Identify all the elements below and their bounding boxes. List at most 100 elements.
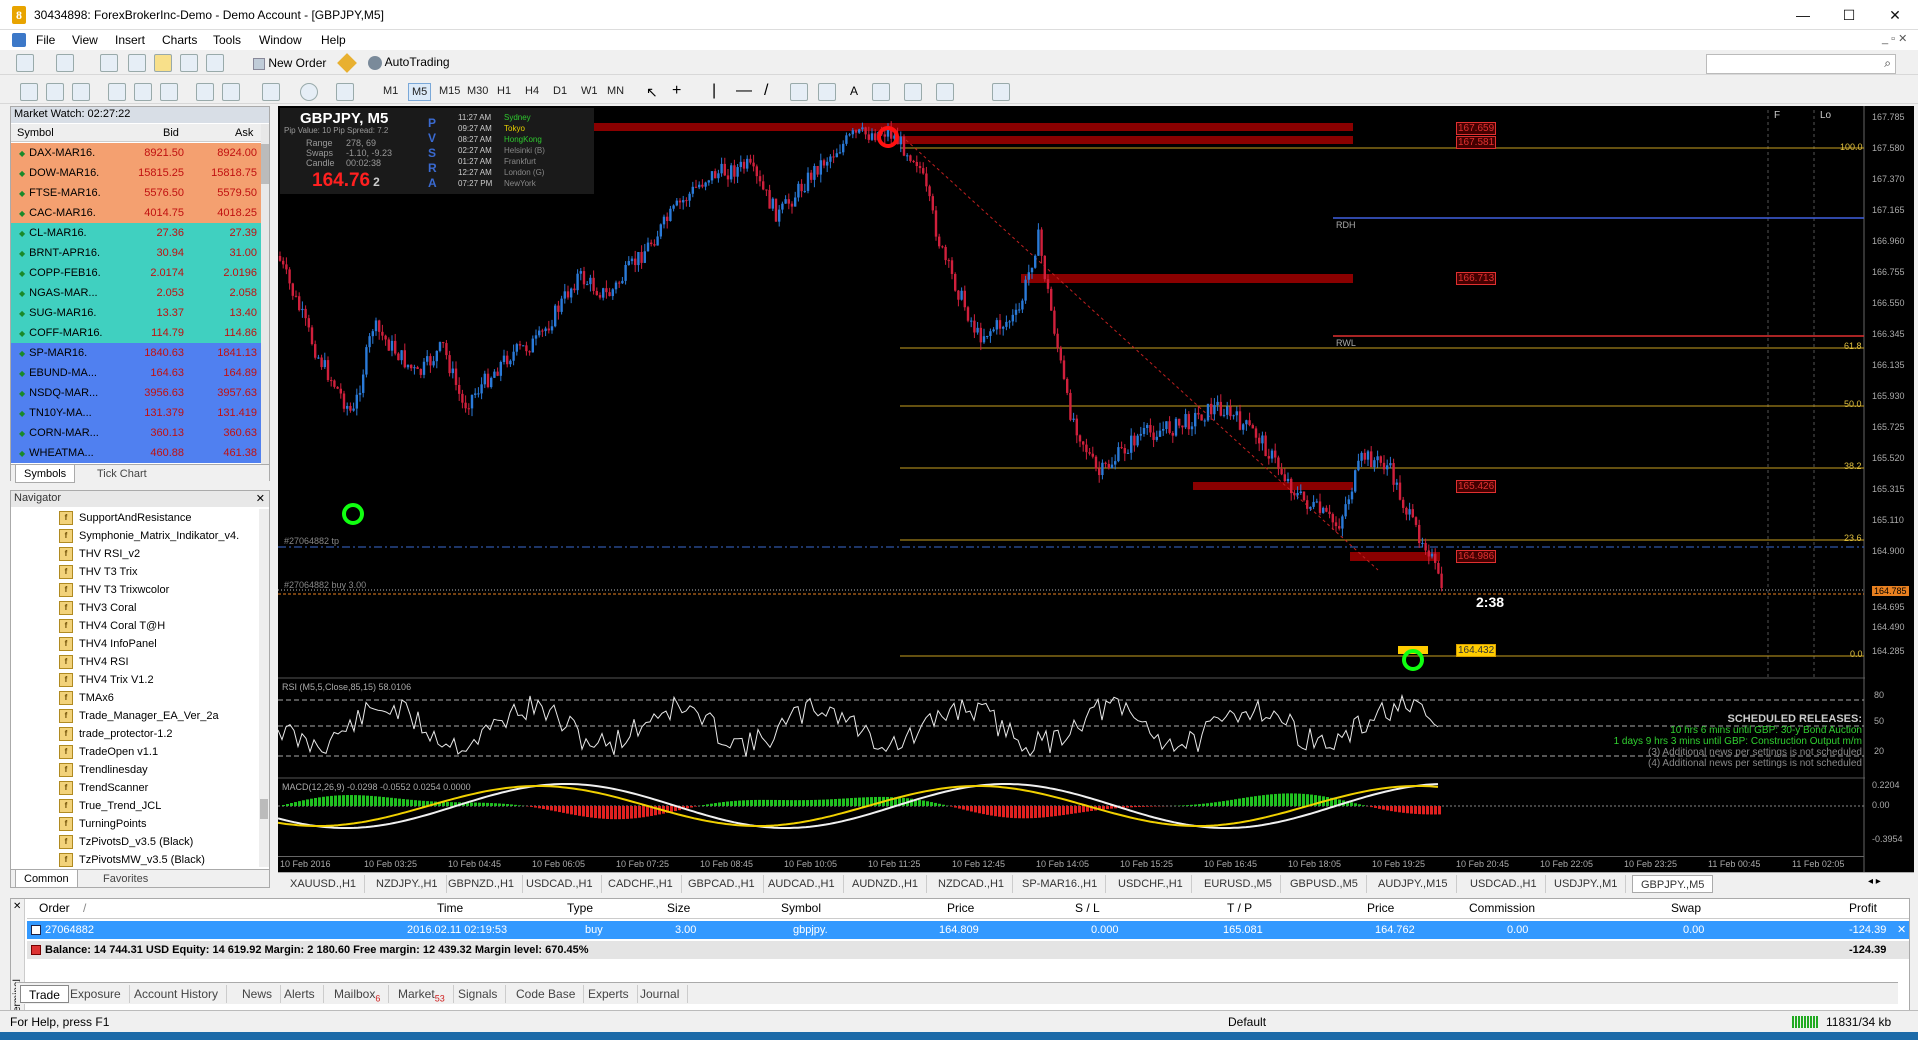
tf-w1[interactable]: W1 — [578, 83, 601, 99]
minimize-button[interactable]: — — [1780, 0, 1826, 30]
bar-chart-icon[interactable] — [20, 83, 38, 101]
market-watch-row[interactable]: SUG-MAR16. 13.37 13.40 — [11, 303, 261, 323]
fibo-fan-icon[interactable] — [904, 83, 922, 101]
data-window-icon[interactable] — [128, 54, 146, 72]
terminal-close-icon[interactable]: ✕ — [13, 901, 21, 912]
new-chart-icon[interactable] — [16, 54, 34, 72]
navigator-item[interactable]: f SupportAndResistance — [59, 509, 192, 527]
market-watch-row[interactable]: FTSE-MAR16. 5576.50 5579.50 — [11, 183, 261, 203]
search-input[interactable]: ⌕ — [1706, 54, 1896, 74]
tf-h4[interactable]: H4 — [522, 83, 542, 99]
tab-tick-chart[interactable]: Tick Chart — [89, 465, 155, 483]
menu-tools[interactable]: Tools — [213, 33, 241, 47]
col-order[interactable]: Order — [39, 901, 70, 915]
chart-tab[interactable]: GBPCAD.,H1 — [680, 875, 764, 893]
col-symbol[interactable]: Symbol — [781, 901, 821, 915]
tf-m1[interactable]: M1 — [380, 83, 401, 99]
strategy-tester-icon[interactable] — [206, 54, 224, 72]
search-icon[interactable]: ⌕ — [1884, 56, 1891, 71]
chart-tab[interactable]: GBPNZD.,H1 — [440, 875, 524, 893]
metaeditor-icon[interactable] — [337, 53, 357, 73]
col-swap[interactable]: Swap — [1671, 901, 1701, 915]
chart-tab[interactable]: AUDNZD.,H1 — [844, 875, 928, 893]
navigator-item[interactable]: f TMAx6 — [59, 689, 114, 707]
market-watch-row[interactable]: EBUND-MA... 164.63 164.89 — [11, 363, 261, 383]
candlestick-icon[interactable] — [46, 83, 64, 101]
price-chart[interactable]: GBPJPY, M5 Pip Value: 10 Pip Spread: 7.2… — [278, 106, 1868, 872]
zoom-in-icon[interactable] — [108, 83, 126, 101]
chart-tab[interactable]: CADCHF.,H1 — [600, 875, 682, 893]
market-watch-icon[interactable] — [100, 54, 118, 72]
menu-file[interactable]: File — [36, 33, 55, 47]
navigator-scrollbar[interactable] — [259, 509, 269, 867]
menu-view[interactable]: View — [72, 33, 98, 47]
chart-tab[interactable]: SP-MAR16.,H1 — [1014, 875, 1107, 893]
tf-mn[interactable]: MN — [604, 83, 627, 99]
market-watch-row[interactable]: COPP-FEB16. 2.0174 2.0196 — [11, 263, 261, 283]
terminal-tab[interactable]: Mailbox6 — [326, 985, 390, 1003]
terminal-tab[interactable]: Alerts — [276, 985, 324, 1003]
autotrading-button[interactable]: AutoTrading — [364, 54, 454, 72]
tab-symbols[interactable]: Symbols — [15, 465, 76, 483]
vertical-line-icon[interactable]: | — [712, 82, 716, 100]
chart-shift-icon[interactable] — [222, 83, 240, 101]
channel-icon[interactable] — [818, 83, 836, 101]
navigator-item[interactable]: f TzPivotsD_v3.5 (Black) — [59, 833, 193, 851]
market-watch-row[interactable]: DAX-MAR16. 8921.50 8924.00 — [11, 143, 261, 163]
market-watch-row[interactable]: BRNT-APR16. 30.94 31.00 — [11, 243, 261, 263]
tf-h1[interactable]: H1 — [494, 83, 514, 99]
navigator-item[interactable]: f THV3 Coral — [59, 599, 136, 617]
order-close-icon[interactable]: ✕ — [1897, 921, 1906, 939]
chart-tab[interactable]: USDCHF.,H1 — [1110, 875, 1192, 893]
tf-m30[interactable]: M30 — [464, 83, 491, 99]
market-watch-row[interactable]: CL-MAR16. 27.36 27.39 — [11, 223, 261, 243]
market-watch-row[interactable]: NGAS-MAR... 2.053 2.058 — [11, 283, 261, 303]
navigator-item[interactable]: f TradeOpen v1.1 — [59, 743, 158, 761]
chart-tab[interactable]: USDCAD.,H1 — [518, 875, 602, 893]
indicators-icon[interactable] — [262, 83, 280, 101]
navigator-item[interactable]: f Trendlinesday — [59, 761, 148, 779]
menu-window[interactable]: Window — [259, 33, 302, 47]
col-commission[interactable]: Commission — [1469, 901, 1535, 915]
terminal-icon[interactable] — [180, 54, 198, 72]
navigator-item[interactable]: f TrendScanner — [59, 779, 148, 797]
trendline-icon[interactable]: / — [764, 82, 768, 100]
tab-favorites[interactable]: Favorites — [95, 870, 156, 888]
navigator-item[interactable]: f THV T3 Trix — [59, 563, 137, 581]
auto-scroll-icon[interactable] — [196, 83, 214, 101]
col-sl[interactable]: S / L — [1075, 901, 1100, 915]
price-scale-column[interactable]: 167.785 167.580 167.370 167.165 166.960 166.7… — [1868, 106, 1914, 872]
menu-insert[interactable]: Insert — [115, 33, 145, 47]
market-watch-row[interactable]: CAC-MAR16. 4014.75 4018.25 — [11, 203, 261, 223]
col-time[interactable]: Time — [437, 901, 463, 915]
periods-icon[interactable] — [300, 83, 318, 101]
market-watch-row[interactable]: CORN-MAR... 360.13 360.63 — [11, 423, 261, 443]
chart-tab[interactable]: AUDJPY.,M15 — [1370, 875, 1457, 893]
terminal-tab[interactable]: Code Base — [508, 985, 585, 1003]
chart-tab[interactable]: GBPJPY.,M5 — [1632, 875, 1714, 893]
line-chart-icon[interactable] — [72, 83, 90, 101]
mdi-controls[interactable]: _ ▫ ✕ — [1882, 32, 1907, 45]
col-type[interactable]: Type — [567, 901, 593, 915]
chart-tab[interactable]: EURUSD.,M5 — [1196, 875, 1281, 893]
market-watch-row[interactable]: WHEATMA... 460.88 461.38 — [11, 443, 261, 463]
col-price[interactable]: Price — [947, 901, 974, 915]
market-watch-row[interactable]: SP-MAR16. 1840.63 1841.13 — [11, 343, 261, 363]
horizontal-line-icon[interactable]: — — [736, 82, 752, 100]
close-button[interactable]: ✕ — [1872, 0, 1918, 30]
menu-charts[interactable]: Charts — [162, 33, 197, 47]
crosshair-icon[interactable]: + — [672, 82, 681, 100]
chart-tab[interactable]: NZDJPY.,H1 — [368, 875, 447, 893]
market-watch-scrollbar[interactable] — [261, 124, 269, 464]
arrows-icon[interactable] — [992, 83, 1010, 101]
chart-tab[interactable]: GBPUSD.,M5 — [1282, 875, 1367, 893]
navigator-icon[interactable] — [154, 54, 172, 72]
col-bid[interactable]: Bid — [163, 124, 179, 142]
cursor-icon[interactable]: ↖ — [646, 84, 658, 101]
navigator-item[interactable]: f Trade_Manager_EA_Ver_2a — [59, 707, 219, 725]
chart-tab[interactable]: XAUUSD.,H1 — [282, 875, 366, 893]
navigator-item[interactable]: f THV4 InfoPanel — [59, 635, 157, 653]
templates-icon[interactable] — [336, 83, 354, 101]
navigator-item[interactable]: f trade_protector-1.2 — [59, 725, 173, 743]
terminal-tab[interactable]: Exposure — [62, 985, 130, 1003]
